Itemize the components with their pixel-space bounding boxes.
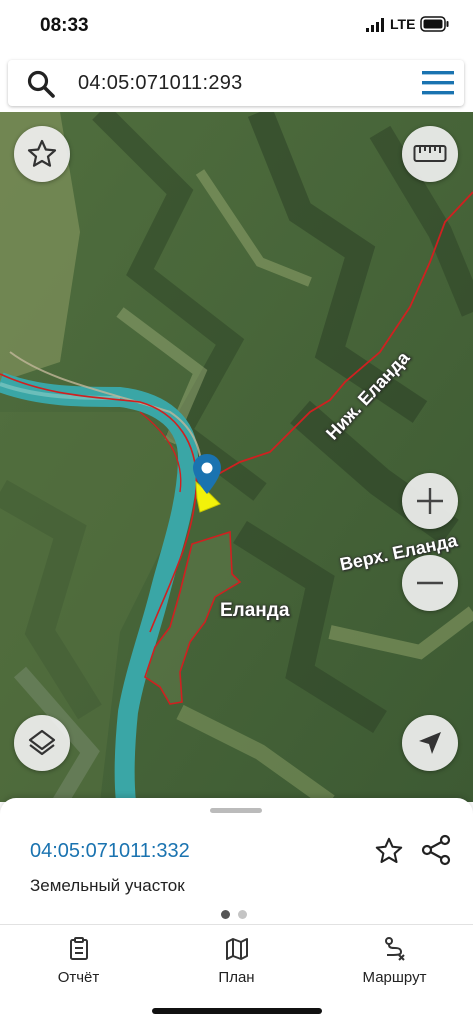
hamburger-menu-icon[interactable] — [420, 70, 456, 96]
layers-icon — [28, 729, 56, 756]
ruler-button[interactable] — [402, 126, 458, 182]
status-bar: 08:33 LTE — [0, 0, 473, 52]
minus-icon — [417, 581, 443, 585]
search-icon[interactable] — [26, 69, 56, 99]
map-plan-icon — [225, 938, 248, 960]
plus-icon — [417, 488, 443, 514]
star-outline-icon[interactable] — [374, 836, 404, 866]
cadastral-number[interactable]: 04:05:071011:332 — [30, 840, 190, 863]
satellite-map[interactable] — [0, 112, 473, 802]
zoom-in-button[interactable] — [402, 473, 458, 529]
route-icon — [384, 937, 405, 961]
plan-tab[interactable]: План — [158, 925, 315, 999]
page-dot-active — [221, 910, 230, 919]
route-tab-label: Маршрут — [362, 969, 427, 986]
favorites-button[interactable] — [14, 126, 70, 182]
report-tab[interactable]: Отчёт — [0, 925, 157, 999]
share-icon[interactable] — [420, 834, 452, 866]
report-icon — [69, 937, 88, 960]
map-view[interactable]: Ниж. Еланда Верх. Еланда Еланда — [0, 112, 473, 802]
sheet-drag-handle[interactable] — [210, 808, 262, 813]
signal-icon — [366, 18, 384, 32]
zoom-out-button[interactable] — [402, 555, 458, 611]
search-query[interactable]: 04:05:071011:293 — [78, 72, 243, 95]
search-bar[interactable]: 04:05:071011:293 — [8, 60, 464, 106]
home-indicator — [152, 1008, 322, 1014]
my-location-button[interactable] — [402, 715, 458, 771]
plan-tab-label: План — [218, 969, 255, 986]
status-time: 08:33 — [40, 15, 89, 36]
ruler-icon — [413, 145, 447, 162]
network-type: LTE — [390, 16, 416, 32]
layers-button[interactable] — [14, 715, 70, 771]
battery-icon — [420, 16, 449, 32]
location-pin-icon[interactable] — [193, 454, 221, 494]
village-label-elanda: Еланда — [220, 600, 290, 621]
object-info-sheet[interactable]: 04:05:071011:332 Земельный участок Отчёт — [0, 798, 473, 1024]
object-type: Земельный участок — [30, 876, 185, 895]
route-tab[interactable]: Маршрут — [316, 925, 473, 999]
page-dot — [238, 910, 247, 919]
bottom-action-bar: Отчёт План Маршрут — [0, 924, 473, 999]
navigation-arrow-icon — [419, 732, 441, 754]
report-tab-label: Отчёт — [57, 969, 100, 986]
page-indicator — [221, 906, 255, 924]
star-outline-icon — [27, 139, 57, 167]
